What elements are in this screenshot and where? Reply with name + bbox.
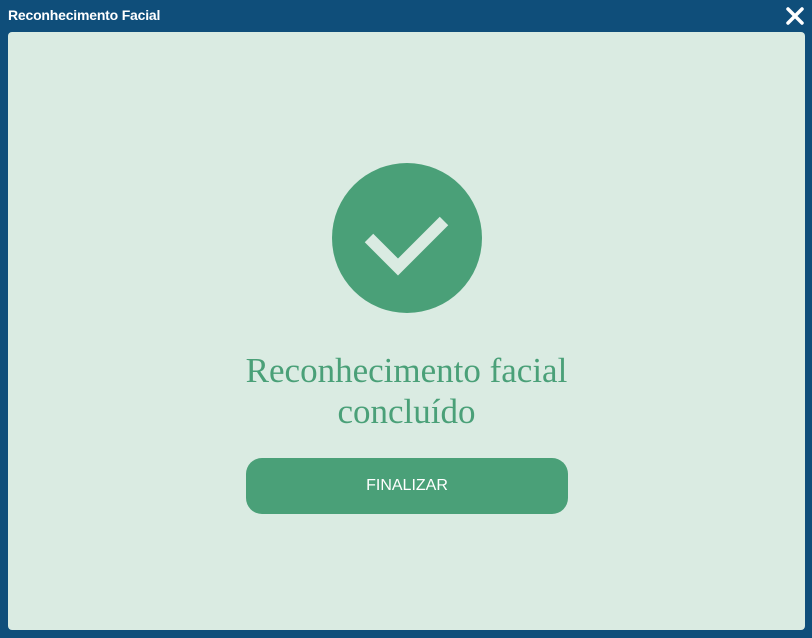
close-icon <box>786 7 804 25</box>
title-bar: Reconhecimento Facial <box>0 0 812 32</box>
success-badge <box>332 163 482 313</box>
window-title: Reconhecimento Facial <box>8 7 161 23</box>
check-icon <box>364 216 449 276</box>
close-button[interactable] <box>784 5 806 27</box>
dialog-window: Reconhecimento Facial Reconhecimento fac… <box>0 0 812 638</box>
dialog-content: Reconhecimento facial concluído FINALIZA… <box>8 32 805 630</box>
success-message-line1: Reconhecimento facial <box>245 351 568 390</box>
success-message: Reconhecimento facial concluído <box>8 350 805 432</box>
success-message-line2: concluído <box>337 392 476 431</box>
finalize-button[interactable]: FINALIZAR <box>246 458 568 514</box>
